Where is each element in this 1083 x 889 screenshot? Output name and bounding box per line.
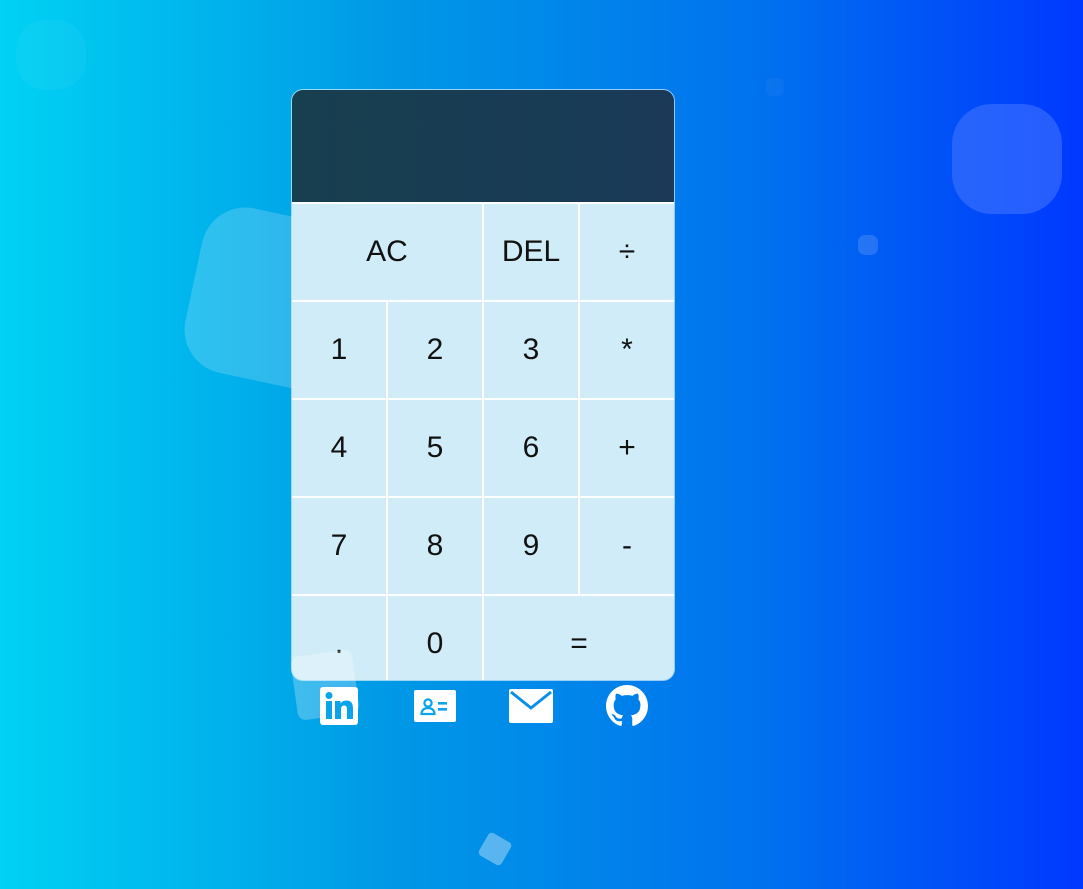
background-shape xyxy=(858,235,878,255)
background-shape xyxy=(477,831,513,867)
contact-card-icon xyxy=(414,690,456,722)
social-links xyxy=(291,685,675,726)
digit-8-button[interactable]: 8 xyxy=(388,498,482,594)
background-shape xyxy=(16,20,86,90)
digit-4-button[interactable]: 4 xyxy=(292,400,386,496)
contact-link[interactable] xyxy=(387,686,483,726)
decimal-point-button[interactable]: . xyxy=(292,596,386,680)
digit-9-button[interactable]: 9 xyxy=(484,498,578,594)
digit-0-button[interactable]: 0 xyxy=(388,596,482,680)
digit-6-button[interactable]: 6 xyxy=(484,400,578,496)
github-link[interactable] xyxy=(579,685,675,726)
subtract-button[interactable]: - xyxy=(580,498,674,594)
multiply-button[interactable]: * xyxy=(580,302,674,398)
linkedin-icon xyxy=(320,687,358,725)
clear-all-button[interactable]: AC xyxy=(292,204,482,300)
background-shape xyxy=(952,104,1062,214)
equals-button[interactable]: = xyxy=(484,596,674,680)
digit-1-button[interactable]: 1 xyxy=(292,302,386,398)
digit-3-button[interactable]: 3 xyxy=(484,302,578,398)
digit-2-button[interactable]: 2 xyxy=(388,302,482,398)
linkedin-link[interactable] xyxy=(291,686,387,726)
digit-7-button[interactable]: 7 xyxy=(292,498,386,594)
github-icon xyxy=(606,685,648,726)
digit-5-button[interactable]: 5 xyxy=(388,400,482,496)
calculator: AC DEL ÷ 1 2 3 * 4 5 6 +7 8 9-. 0 = xyxy=(291,89,675,681)
background-shape xyxy=(766,78,784,96)
email-link[interactable] xyxy=(483,686,579,726)
calculator-display xyxy=(292,90,674,202)
delete-button[interactable]: DEL xyxy=(484,204,578,300)
keypad: AC DEL ÷ 1 2 3 * 4 5 6 +7 8 9-. 0 = xyxy=(292,202,674,680)
divide-button[interactable]: ÷ xyxy=(580,204,674,300)
mail-icon xyxy=(509,689,553,723)
add-button[interactable]: + xyxy=(580,400,674,496)
